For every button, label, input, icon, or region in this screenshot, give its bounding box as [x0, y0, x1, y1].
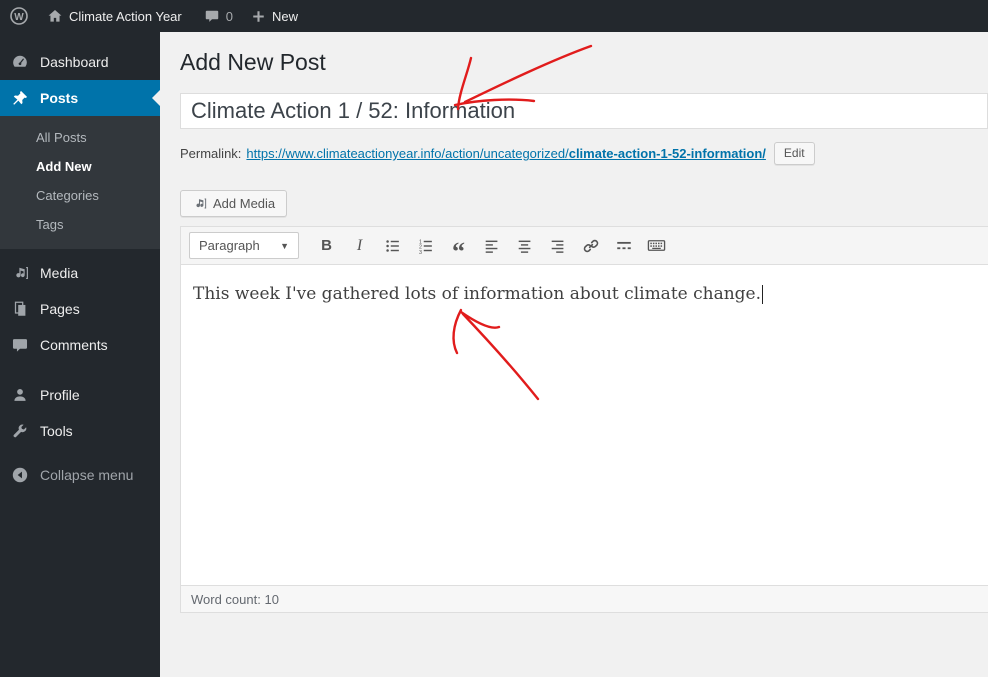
sidebar-item-categories[interactable]: Categories: [0, 181, 160, 210]
permalink-link[interactable]: https://www.climateactionyear.info/actio…: [246, 146, 766, 161]
media-icon: [10, 264, 30, 282]
blockquote-button[interactable]: “: [444, 232, 473, 264]
editor-content-area[interactable]: This week I've gathered lots of informat…: [181, 265, 988, 585]
new-content-menu[interactable]: New: [242, 0, 307, 32]
sidebar-item-media[interactable]: Media: [0, 255, 160, 291]
home-icon: [47, 8, 63, 24]
pushpin-icon: [10, 89, 30, 107]
sidebar-item-tags[interactable]: Tags: [0, 210, 160, 239]
sidebar-item-comments[interactable]: Comments: [0, 327, 160, 363]
sidebar-item-profile[interactable]: Profile: [0, 377, 160, 413]
sidebar-item-label: Comments: [40, 337, 108, 353]
add-media-label: Add Media: [213, 196, 276, 211]
add-media-button[interactable]: Add Media: [180, 190, 288, 217]
wordpress-logo-menu[interactable]: W: [0, 0, 38, 32]
sidebar-item-label: Tools: [40, 423, 73, 439]
link-button[interactable]: [576, 232, 605, 259]
svg-text:W: W: [14, 12, 24, 23]
sidebar-item-label: Profile: [40, 387, 80, 403]
admin-bar: W Climate Action Year 0 New: [0, 0, 988, 32]
word-count-value: 10: [264, 591, 279, 607]
align-center-button[interactable]: [510, 232, 539, 259]
pages-icon: [10, 300, 30, 318]
text-cursor: [762, 285, 764, 304]
collapse-icon: [10, 466, 30, 484]
comment-bubble-icon: [204, 8, 220, 24]
page-title: Add New Post: [180, 49, 326, 75]
sidebar-item-label: Dashboard: [40, 54, 109, 70]
sidebar-item-tools[interactable]: Tools: [0, 413, 160, 449]
comments-icon: [10, 336, 30, 354]
italic-button[interactable]: I: [345, 232, 374, 259]
edit-permalink-button[interactable]: Edit: [773, 142, 815, 165]
sidebar-item-label: Posts: [40, 90, 79, 106]
current-menu-arrow: [144, 90, 160, 106]
tools-icon: [10, 422, 30, 440]
keyboard-shortcuts-button[interactable]: [642, 232, 671, 259]
collapse-menu-button[interactable]: Collapse menu: [0, 457, 160, 493]
sidebar-item-label: Media: [40, 265, 79, 281]
site-name-label: Climate Action Year: [69, 8, 182, 24]
sidebar-item-pages[interactable]: Pages: [0, 291, 160, 327]
word-count-label: Word count:: [191, 591, 261, 607]
permalink-row: Permalink: https://www.climateactionyear…: [180, 142, 988, 165]
bulleted-list-button[interactable]: [378, 232, 407, 259]
align-right-button[interactable]: [543, 232, 572, 259]
more-tag-button[interactable]: [609, 232, 638, 259]
sidebar-item-label: Pages: [40, 301, 80, 317]
svg-text:3: 3: [418, 250, 421, 255]
sidebar-item-add-new[interactable]: Add New: [0, 152, 160, 181]
posts-submenu: All Posts Add New Categories Tags: [0, 116, 160, 249]
sidebar-item-dashboard[interactable]: Dashboard: [0, 44, 160, 80]
plus-icon: [251, 9, 266, 24]
wordpress-logo-icon: W: [9, 6, 29, 26]
post-title-input[interactable]: [180, 93, 988, 129]
dashboard-icon: [10, 53, 30, 71]
editor-statusbar: Word count: 10: [181, 585, 988, 612]
media-buttons-row: Add Media: [180, 190, 988, 217]
editor-paragraph: This week I've gathered lots of informat…: [193, 284, 762, 304]
paragraph-format-select[interactable]: Paragraph ▼: [189, 232, 299, 259]
add-media-icon: [192, 196, 207, 211]
permalink-label: Permalink:: [180, 146, 242, 161]
post-editor: Paragraph ▼ B I 123 “ This week I've gat…: [180, 226, 988, 613]
admin-sidebar: Dashboard Posts All Posts Add New Catego…: [0, 32, 160, 677]
editor-toolbar: Paragraph ▼ B I 123 “: [181, 227, 988, 265]
sidebar-item-all-posts[interactable]: All Posts: [0, 123, 160, 152]
profile-icon: [10, 386, 30, 404]
chevron-down-icon: ▼: [280, 240, 289, 251]
bold-button[interactable]: B: [312, 232, 341, 259]
main-content: Add New Post Permalink: https://www.clim…: [160, 32, 988, 677]
comments-count-badge: 0: [225, 8, 233, 24]
comments-admin-link[interactable]: 0: [195, 0, 242, 32]
site-name-link[interactable]: Climate Action Year: [38, 0, 191, 32]
sidebar-item-label: Collapse menu: [40, 467, 134, 483]
format-select-value: Paragraph: [199, 238, 260, 253]
new-label: New: [271, 8, 298, 24]
numbered-list-button[interactable]: 123: [411, 232, 440, 259]
sidebar-item-posts[interactable]: Posts: [0, 80, 160, 116]
align-left-button[interactable]: [477, 232, 506, 259]
